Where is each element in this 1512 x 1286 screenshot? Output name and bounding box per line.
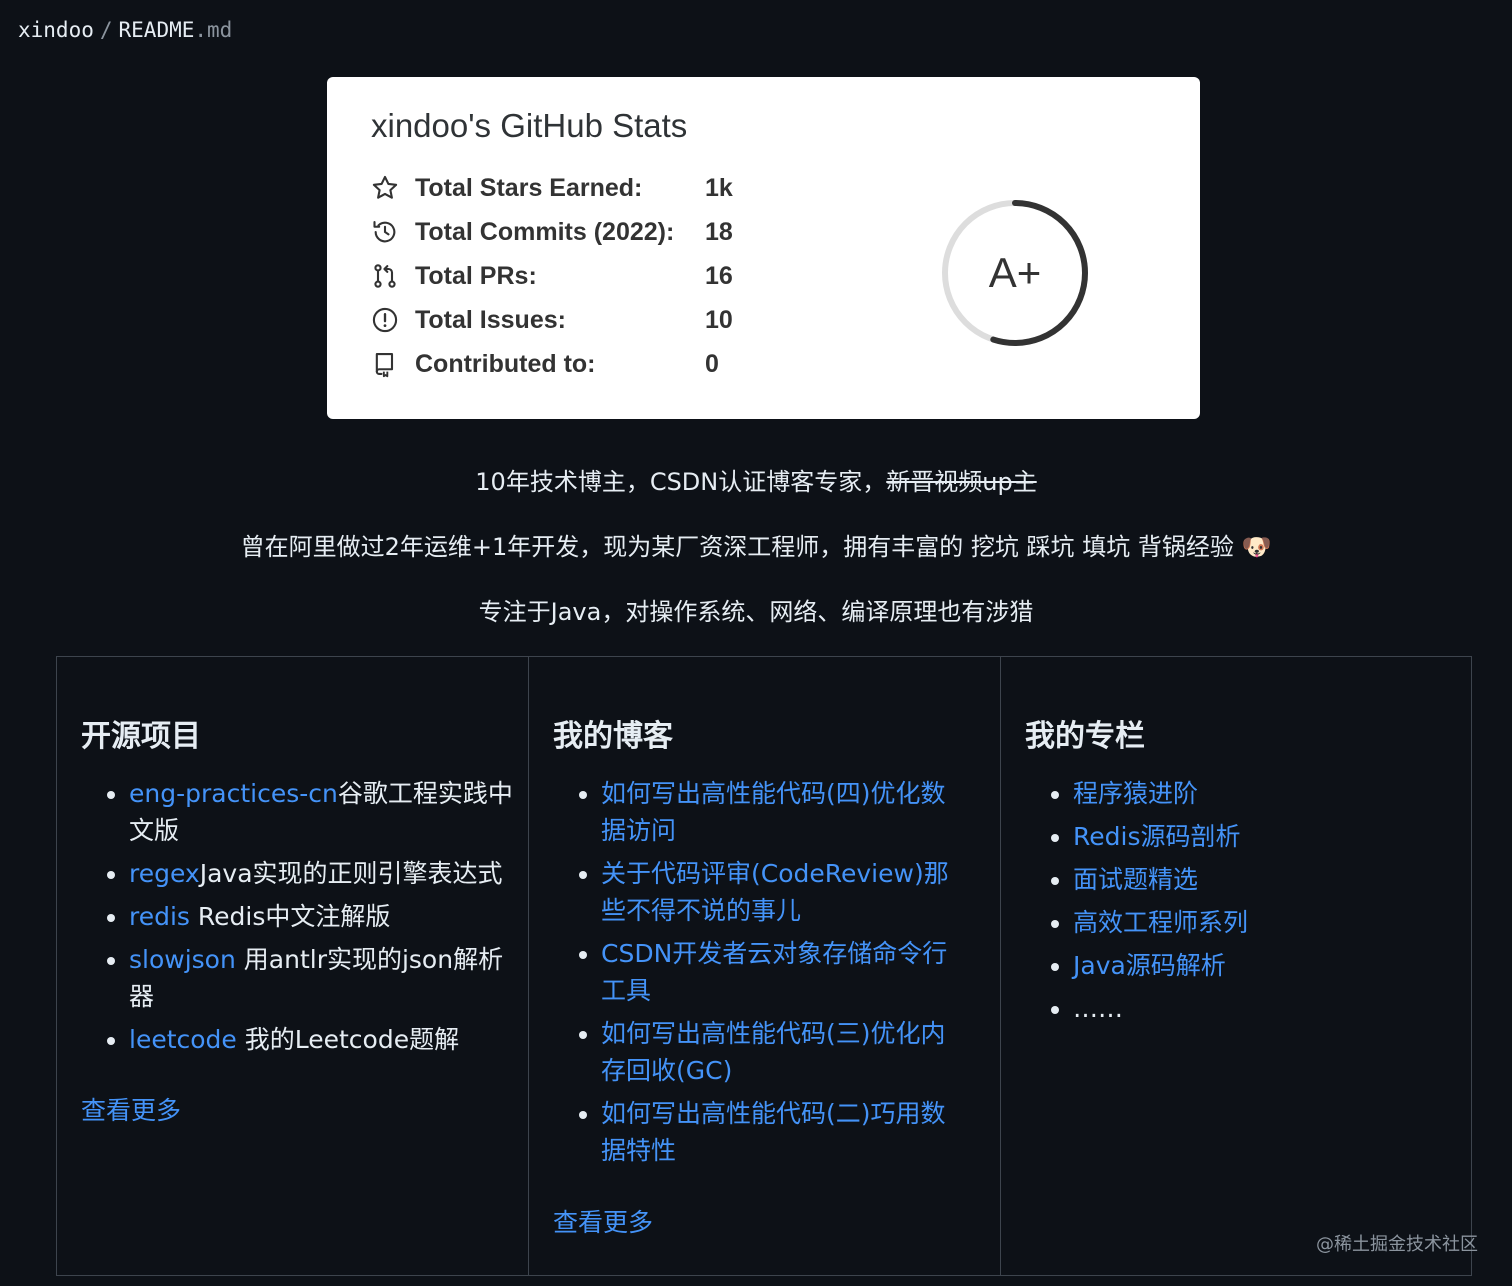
blog-post-link[interactable]: 如何写出高性能代码(三)优化内存回收(GC)	[601, 1019, 946, 1085]
projects-more-link[interactable]: 查看更多	[81, 1091, 181, 1127]
stat-label: Contributed to:	[415, 349, 596, 378]
intro-strikethrough-text: 新晋视频up主	[886, 468, 1037, 496]
blog-post-link[interactable]: 如何写出高性能代码(四)优化数据访问	[601, 779, 946, 845]
projects-heading: 开源项目	[81, 719, 201, 754]
list-item: 面试题精选	[1073, 861, 1248, 898]
rank-circle: A+	[937, 195, 1093, 351]
list-item: 如何写出高性能代码(三)优化内存回收(GC)	[601, 1015, 951, 1089]
list-item: ……	[1073, 990, 1248, 1027]
project-description: Redis中文注解版	[189, 902, 391, 931]
intro-line-3: 专注于Java，对操作系统、网络、编译原理也有涉猎	[478, 598, 1034, 626]
project-link[interactable]: eng-practices-cn	[129, 779, 338, 808]
list-item: 如何写出高性能代码(四)优化数据访问	[601, 775, 951, 849]
list-item: CSDN开发者云对象存储命令行工具	[601, 935, 951, 1009]
column-link[interactable]: Redis源码剖析	[1073, 822, 1240, 851]
intro-line-1: 10年技术博主，CSDN认证博客专家，新晋视频up主	[0, 462, 1512, 497]
project-description: Java实现的正则引擎表达式	[199, 859, 503, 888]
list-item: 程序猿进阶	[1073, 775, 1248, 812]
links-table: 开源项目 eng-practices-cn谷歌工程实践中文版 regexJava…	[56, 656, 1472, 1276]
column-link[interactable]: 程序猿进阶	[1073, 779, 1198, 808]
stat-label: Total PRs:	[415, 261, 537, 290]
list-item: eng-practices-cn谷歌工程实践中文版	[129, 775, 528, 849]
blog-post-link[interactable]: CSDN开发者云对象存储命令行工具	[601, 939, 947, 1005]
columns-column: 我的专栏 程序猿进阶 Redis源码剖析 面试题精选 高效工程师系列 Java源…	[1001, 657, 1471, 1275]
blog-heading: 我的博客	[553, 719, 673, 754]
stat-label: Total Stars Earned:	[415, 173, 643, 202]
project-link[interactable]: slowjson	[129, 945, 236, 974]
project-description: 我的Leetcode题解	[236, 1025, 460, 1054]
stat-value: 18	[705, 217, 733, 246]
stat-row-prs: Total PRs: 16	[371, 258, 785, 294]
projects-list: eng-practices-cn谷歌工程实践中文版 regexJava实现的正则…	[81, 775, 528, 1064]
list-item: Redis源码剖析	[1073, 818, 1248, 855]
breadcrumb-owner-link[interactable]: xindoo	[18, 18, 94, 42]
breadcrumb-file-ext: .md	[194, 18, 233, 42]
projects-column: 开源项目 eng-practices-cn谷歌工程实践中文版 regexJava…	[57, 657, 529, 1275]
list-item: slowjson 用antlr实现的json解析器	[129, 941, 528, 1015]
breadcrumb-separator: /	[99, 18, 113, 42]
blog-post-link[interactable]: 关于代码评审(CodeReview)那些不得不说的事儿	[601, 859, 949, 925]
column-link[interactable]: 高效工程师系列	[1073, 908, 1248, 937]
list-item: leetcode 我的Leetcode题解	[129, 1021, 528, 1058]
history-icon	[371, 218, 399, 246]
list-item: Java源码解析	[1073, 947, 1248, 984]
column-link[interactable]: 面试题精选	[1073, 865, 1198, 894]
blog-post-link[interactable]: 如何写出高性能代码(二)巧用数据特性	[601, 1099, 946, 1165]
intro-line-2: 曾在阿里做过2年运维+1年开发，现为某厂资深工程师，拥有丰富的 挖坑 踩坑 填坑…	[240, 533, 1272, 561]
project-link[interactable]: regex	[129, 859, 200, 888]
list-item: 关于代码评审(CodeReview)那些不得不说的事儿	[601, 855, 951, 929]
stat-row-contributed: Contributed to: 0	[371, 346, 785, 382]
list-item: regexJava实现的正则引擎表达式	[129, 855, 528, 892]
project-link[interactable]: leetcode	[129, 1025, 237, 1054]
stat-label: Total Commits (2022):	[415, 217, 675, 246]
list-item: redis Redis中文注解版	[129, 898, 528, 935]
breadcrumb-file: README	[118, 18, 195, 42]
column-link[interactable]: Java源码解析	[1073, 951, 1226, 980]
pull-request-icon	[371, 262, 399, 290]
stat-value: 10	[705, 305, 733, 334]
star-icon	[371, 174, 399, 202]
intro-text: 10年技术博主，CSDN认证博客专家，	[475, 468, 887, 496]
stat-row-issues: Total Issues: 10	[371, 302, 785, 338]
repo-icon	[371, 350, 399, 378]
project-link[interactable]: redis	[129, 902, 190, 931]
stat-row-commits: Total Commits (2022): 18	[371, 214, 785, 250]
watermark: @稀土掘金技术社区	[1316, 1234, 1478, 1255]
blog-list: 如何写出高性能代码(四)优化数据访问 关于代码评审(CodeReview)那些不…	[553, 775, 951, 1175]
stats-card-title: xindoo's GitHub Stats	[371, 107, 688, 144]
blog-column: 我的博客 如何写出高性能代码(四)优化数据访问 关于代码评审(CodeRevie…	[529, 657, 1001, 1275]
blog-more-link[interactable]: 查看更多	[553, 1203, 653, 1239]
stat-row-stars: Total Stars Earned: 1k	[371, 170, 785, 206]
stat-value: 0	[705, 349, 719, 378]
list-item: 如何写出高性能代码(二)巧用数据特性	[601, 1095, 951, 1169]
stat-value: 16	[705, 261, 733, 290]
issue-icon	[371, 306, 399, 334]
ellipsis-text: ……	[1073, 994, 1123, 1023]
breadcrumb: xindoo / README.md	[18, 18, 232, 42]
stat-label: Total Issues:	[415, 305, 566, 334]
stat-value: 1k	[705, 173, 733, 202]
github-stats-card: xindoo's GitHub Stats Total Stars Earned…	[327, 77, 1200, 419]
rank-grade: A+	[988, 249, 1042, 296]
columns-heading: 我的专栏	[1025, 719, 1145, 754]
list-item: 高效工程师系列	[1073, 904, 1248, 941]
columns-list: 程序猿进阶 Redis源码剖析 面试题精选 高效工程师系列 Java源码解析 ……	[1025, 775, 1248, 1033]
